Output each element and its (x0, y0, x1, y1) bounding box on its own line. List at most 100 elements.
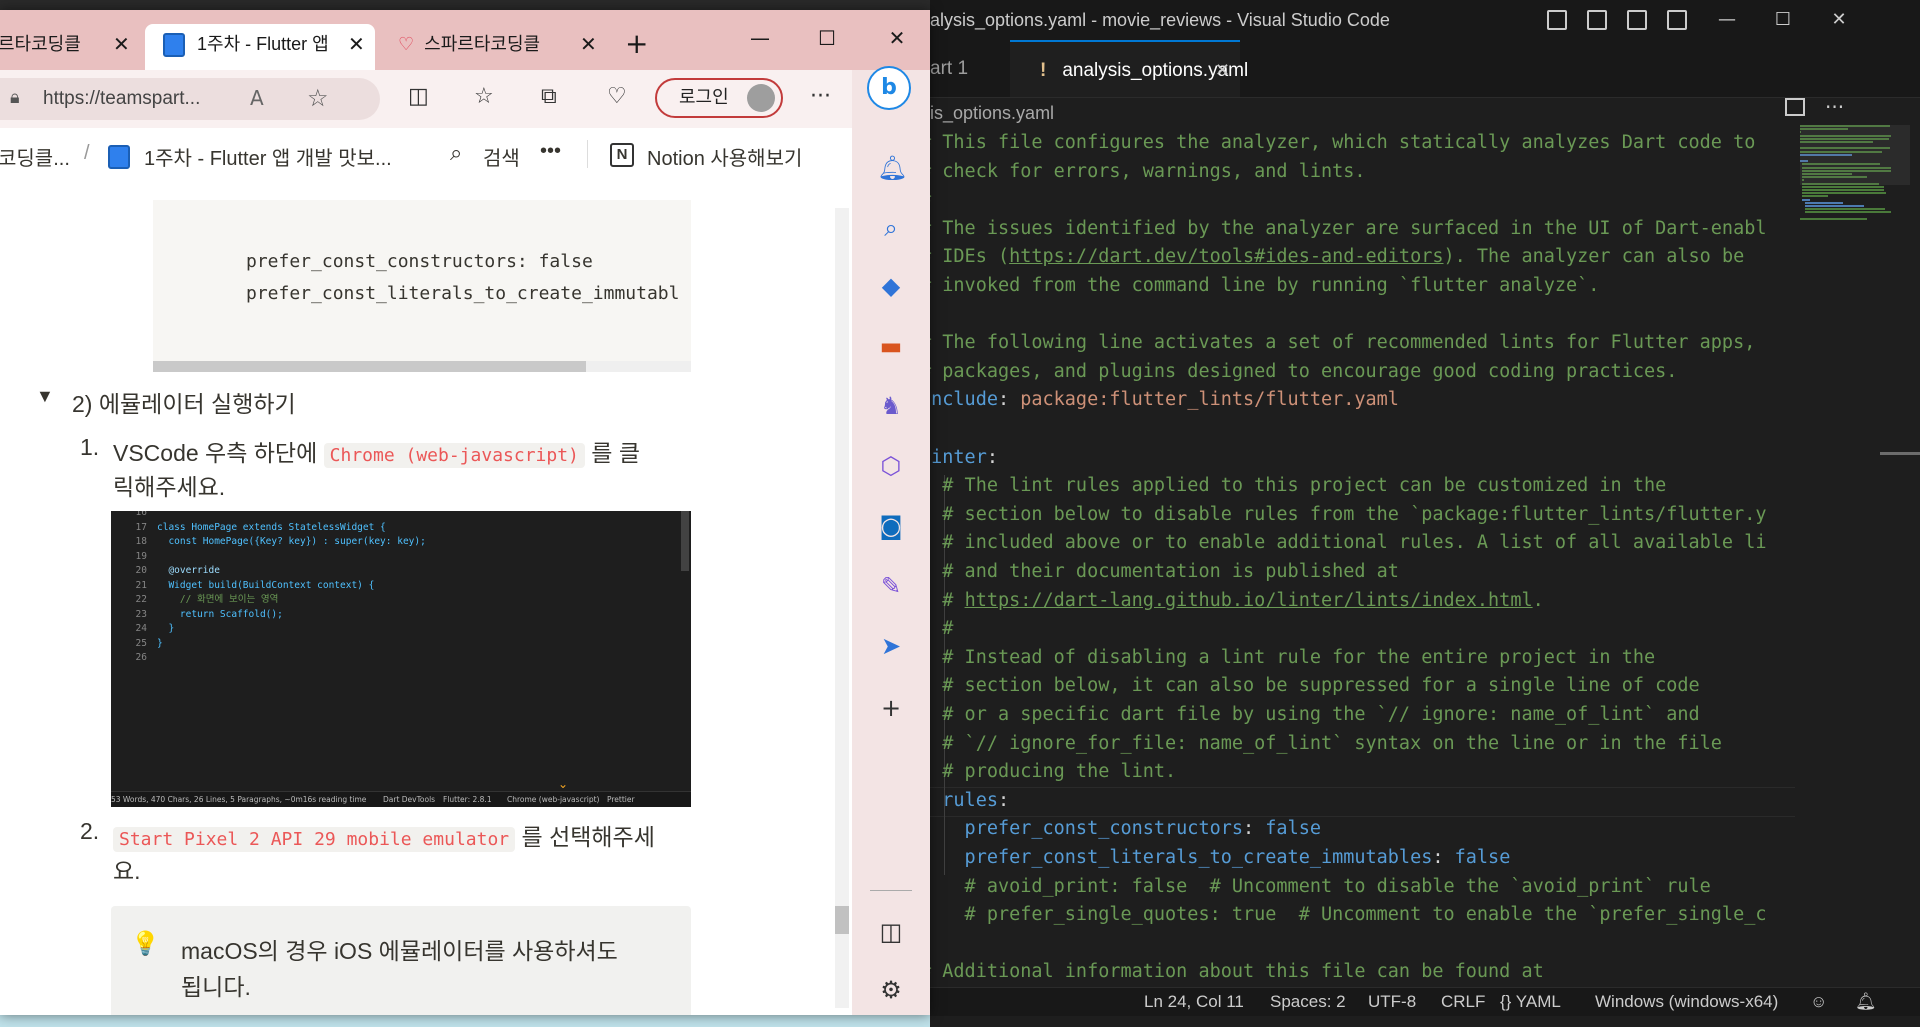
minimap-slider[interactable] (1800, 125, 1910, 185)
search-icon[interactable]: ⌕ (877, 214, 905, 242)
toggle-primary-sidebar-icon[interactable] (1547, 10, 1567, 30)
feedback-icon[interactable]: ☺ (1810, 988, 1827, 1016)
customize-layout-icon[interactable] (1667, 10, 1687, 30)
comment-link[interactable]: https://dart-lang.github.io/linter/lints… (965, 590, 1533, 611)
vscode-titlebar: alysis_options.yaml - movie_reviews - Vi… (930, 0, 1920, 40)
comment-link[interactable]: https://dart.dev/tools#ides-and-editors (1009, 246, 1443, 267)
browser-essentials-icon[interactable]: ♡ (607, 84, 627, 109)
minimap[interactable] (1800, 125, 1910, 985)
outlook-icon[interactable]: ◙ (877, 512, 905, 540)
close-tab-3-icon[interactable]: ✕ (580, 24, 597, 64)
more-options-icon[interactable]: ••• (540, 140, 561, 163)
status-indentation[interactable]: Spaces: 2 (1270, 988, 1346, 1016)
breadcrumb[interactable]: is_options.yaml (930, 100, 1054, 126)
code-line-1: prefer_const_constructors: false (246, 246, 593, 278)
browser-tab-3[interactable]: ♡ 스파르타코딩클 (398, 24, 568, 70)
notion-search-label[interactable]: 검색 (483, 142, 520, 171)
browser-minimize-button[interactable]: — (730, 18, 790, 58)
sidebar-settings-icon[interactable]: ⚙ (877, 976, 905, 1004)
collections-icon[interactable]: ⧉ (541, 84, 557, 109)
tools-briefcase-icon[interactable]: ▬ (877, 332, 905, 360)
code-comment: # https://dart-lang.github.io/linter/lin… (942, 589, 1544, 611)
yaml-key: linter (930, 446, 987, 468)
settings-more-icon[interactable]: ··· (810, 84, 831, 109)
login-button[interactable]: 로그인 (655, 78, 783, 118)
browser-tabstrip: 르타코딩클 ✕ 1주차 - Flutter 앱 ✕ ♡ 스파르타코딩클 ✕ + —… (0, 10, 930, 70)
toggle-triangle-icon[interactable]: ▼ (36, 386, 54, 407)
toggle-panel-icon[interactable] (1587, 10, 1607, 30)
toggle-secondary-sidebar-icon[interactable] (1627, 10, 1647, 30)
address-bar[interactable]: 🔒︎ https://teamspart... A ☆ (0, 78, 380, 120)
embedded-vscode-screenshot: 16 17 class HomePage extends StatelessWidg… (111, 511, 691, 807)
breadcrumb-page[interactable]: 1주차 - Flutter 앱 개발 맛보... (144, 142, 392, 171)
favorites-icon[interactable]: ☆ (474, 84, 494, 109)
minimap-line (1804, 208, 1886, 211)
page-scrollbar[interactable] (835, 208, 849, 1008)
read-aloud-icon[interactable]: A (250, 86, 264, 110)
current-line-highlight (930, 786, 1795, 817)
profile-avatar (747, 84, 775, 112)
embedded-line-number: 19 (135, 550, 147, 562)
tab-analysis-options[interactable]: ! analysis_options.yaml ✕ (1010, 40, 1248, 99)
browser-tab-1[interactable]: 르타코딩클 (0, 24, 108, 70)
split-screen-icon[interactable]: ◫ (408, 84, 429, 109)
status-encoding[interactable]: UTF-8 (1368, 988, 1416, 1016)
yaml-warning-icon: ! (1040, 60, 1047, 81)
send-icon[interactable]: ➤ (877, 632, 905, 660)
browser-close-button[interactable]: ✕ (867, 18, 927, 58)
bell-icon[interactable]: 🔔︎ (877, 154, 907, 182)
bing-copilot-icon[interactable]: b (867, 66, 911, 110)
callout-line-1: macOS의 경우 iOS 에뮬레이터를 사용하셔도 (181, 938, 618, 964)
status-language[interactable]: {} YAML (1500, 988, 1561, 1016)
new-tab-button[interactable]: + (625, 24, 648, 64)
minimap-line (1800, 217, 1868, 220)
lock-icon[interactable]: 🔒︎ (10, 87, 20, 108)
status-eol[interactable]: CRLF (1441, 988, 1485, 1016)
status-platform[interactable]: Windows (windows-x64) (1595, 988, 1778, 1016)
code-line: # https://dart-lang.github.io/linter/lin… (930, 587, 1544, 615)
step-2-text: Start Pixel 2 API 29 mobile emulator 를 선… (113, 818, 655, 852)
minimap-line (1802, 185, 1884, 188)
try-notion-link[interactable]: Notion 사용해보기 (647, 142, 802, 171)
yaml-value: false (1254, 818, 1321, 840)
split-editor-icon[interactable] (1785, 98, 1805, 116)
page-scrollbar-thumb[interactable] (835, 906, 849, 934)
topbar-divider (587, 140, 588, 168)
tab-previous[interactable]: art 1 (930, 40, 1010, 97)
embedded-line-number: 26 (135, 652, 147, 663)
notion-page-icon (163, 33, 185, 58)
minimap-line (1804, 205, 1864, 207)
close-window-button[interactable]: ✕ (1812, 0, 1866, 40)
browser-tab-3-label: 스파르타코딩클 (424, 34, 541, 54)
code-line: # and their documentation is published a… (930, 558, 1399, 586)
close-tab-1-icon[interactable]: ✕ (113, 24, 130, 64)
favorite-star-icon[interactable]: ☆ (307, 84, 329, 112)
shopping-tag-icon[interactable]: ◆ (877, 272, 905, 300)
code-line: # producing the lint. (930, 758, 1176, 786)
microsoft-365-icon[interactable]: ⬡ (877, 452, 905, 480)
code-line: rules: (930, 787, 1009, 815)
step-2-text-line2: 요. (113, 858, 141, 884)
hide-sidebar-icon[interactable]: ◫ (877, 918, 905, 946)
search-icon[interactable]: ⌕ (450, 140, 462, 166)
browser-tab-2[interactable]: 1주차 - Flutter 앱 (145, 24, 375, 70)
notifications-bell-icon[interactable]: 🔔︎ (1855, 988, 1877, 1016)
minimize-button[interactable]: — (1700, 0, 1754, 40)
code-block-scrollbar-thumb[interactable] (153, 361, 586, 372)
close-tab-2-icon[interactable]: ✕ (348, 24, 365, 64)
status-cursor-position[interactable]: Ln 24, Col 11 (1144, 988, 1244, 1016)
games-icon[interactable]: ♞ (877, 392, 905, 420)
code-comment: # The lint rules applied to this project… (930, 475, 1667, 497)
designer-icon[interactable]: ✎ (877, 572, 905, 600)
close-tab-icon[interactable]: ✕ (1215, 42, 1230, 99)
add-sidebar-app-icon[interactable]: + (877, 694, 905, 722)
code-comment: # section below to disable rules from th… (930, 503, 1767, 525)
maximize-button[interactable]: ☐ (1756, 0, 1810, 40)
browser-tab-1-label: 르타코딩클 (0, 34, 81, 54)
yaml-value: package:flutter_lints/flutter.yaml (1009, 389, 1399, 411)
toggle-heading[interactable]: 2) 에뮬레이터 실행하기 (72, 385, 296, 419)
breadcrumb-parent[interactable]: 코딩클... (0, 142, 70, 171)
embedded-code-line: 23 return Scaffold(); (111, 609, 283, 621)
browser-maximize-button[interactable]: ☐ (797, 18, 857, 58)
code-editor[interactable]: # This file configures the analyzer, whi… (930, 129, 1795, 989)
